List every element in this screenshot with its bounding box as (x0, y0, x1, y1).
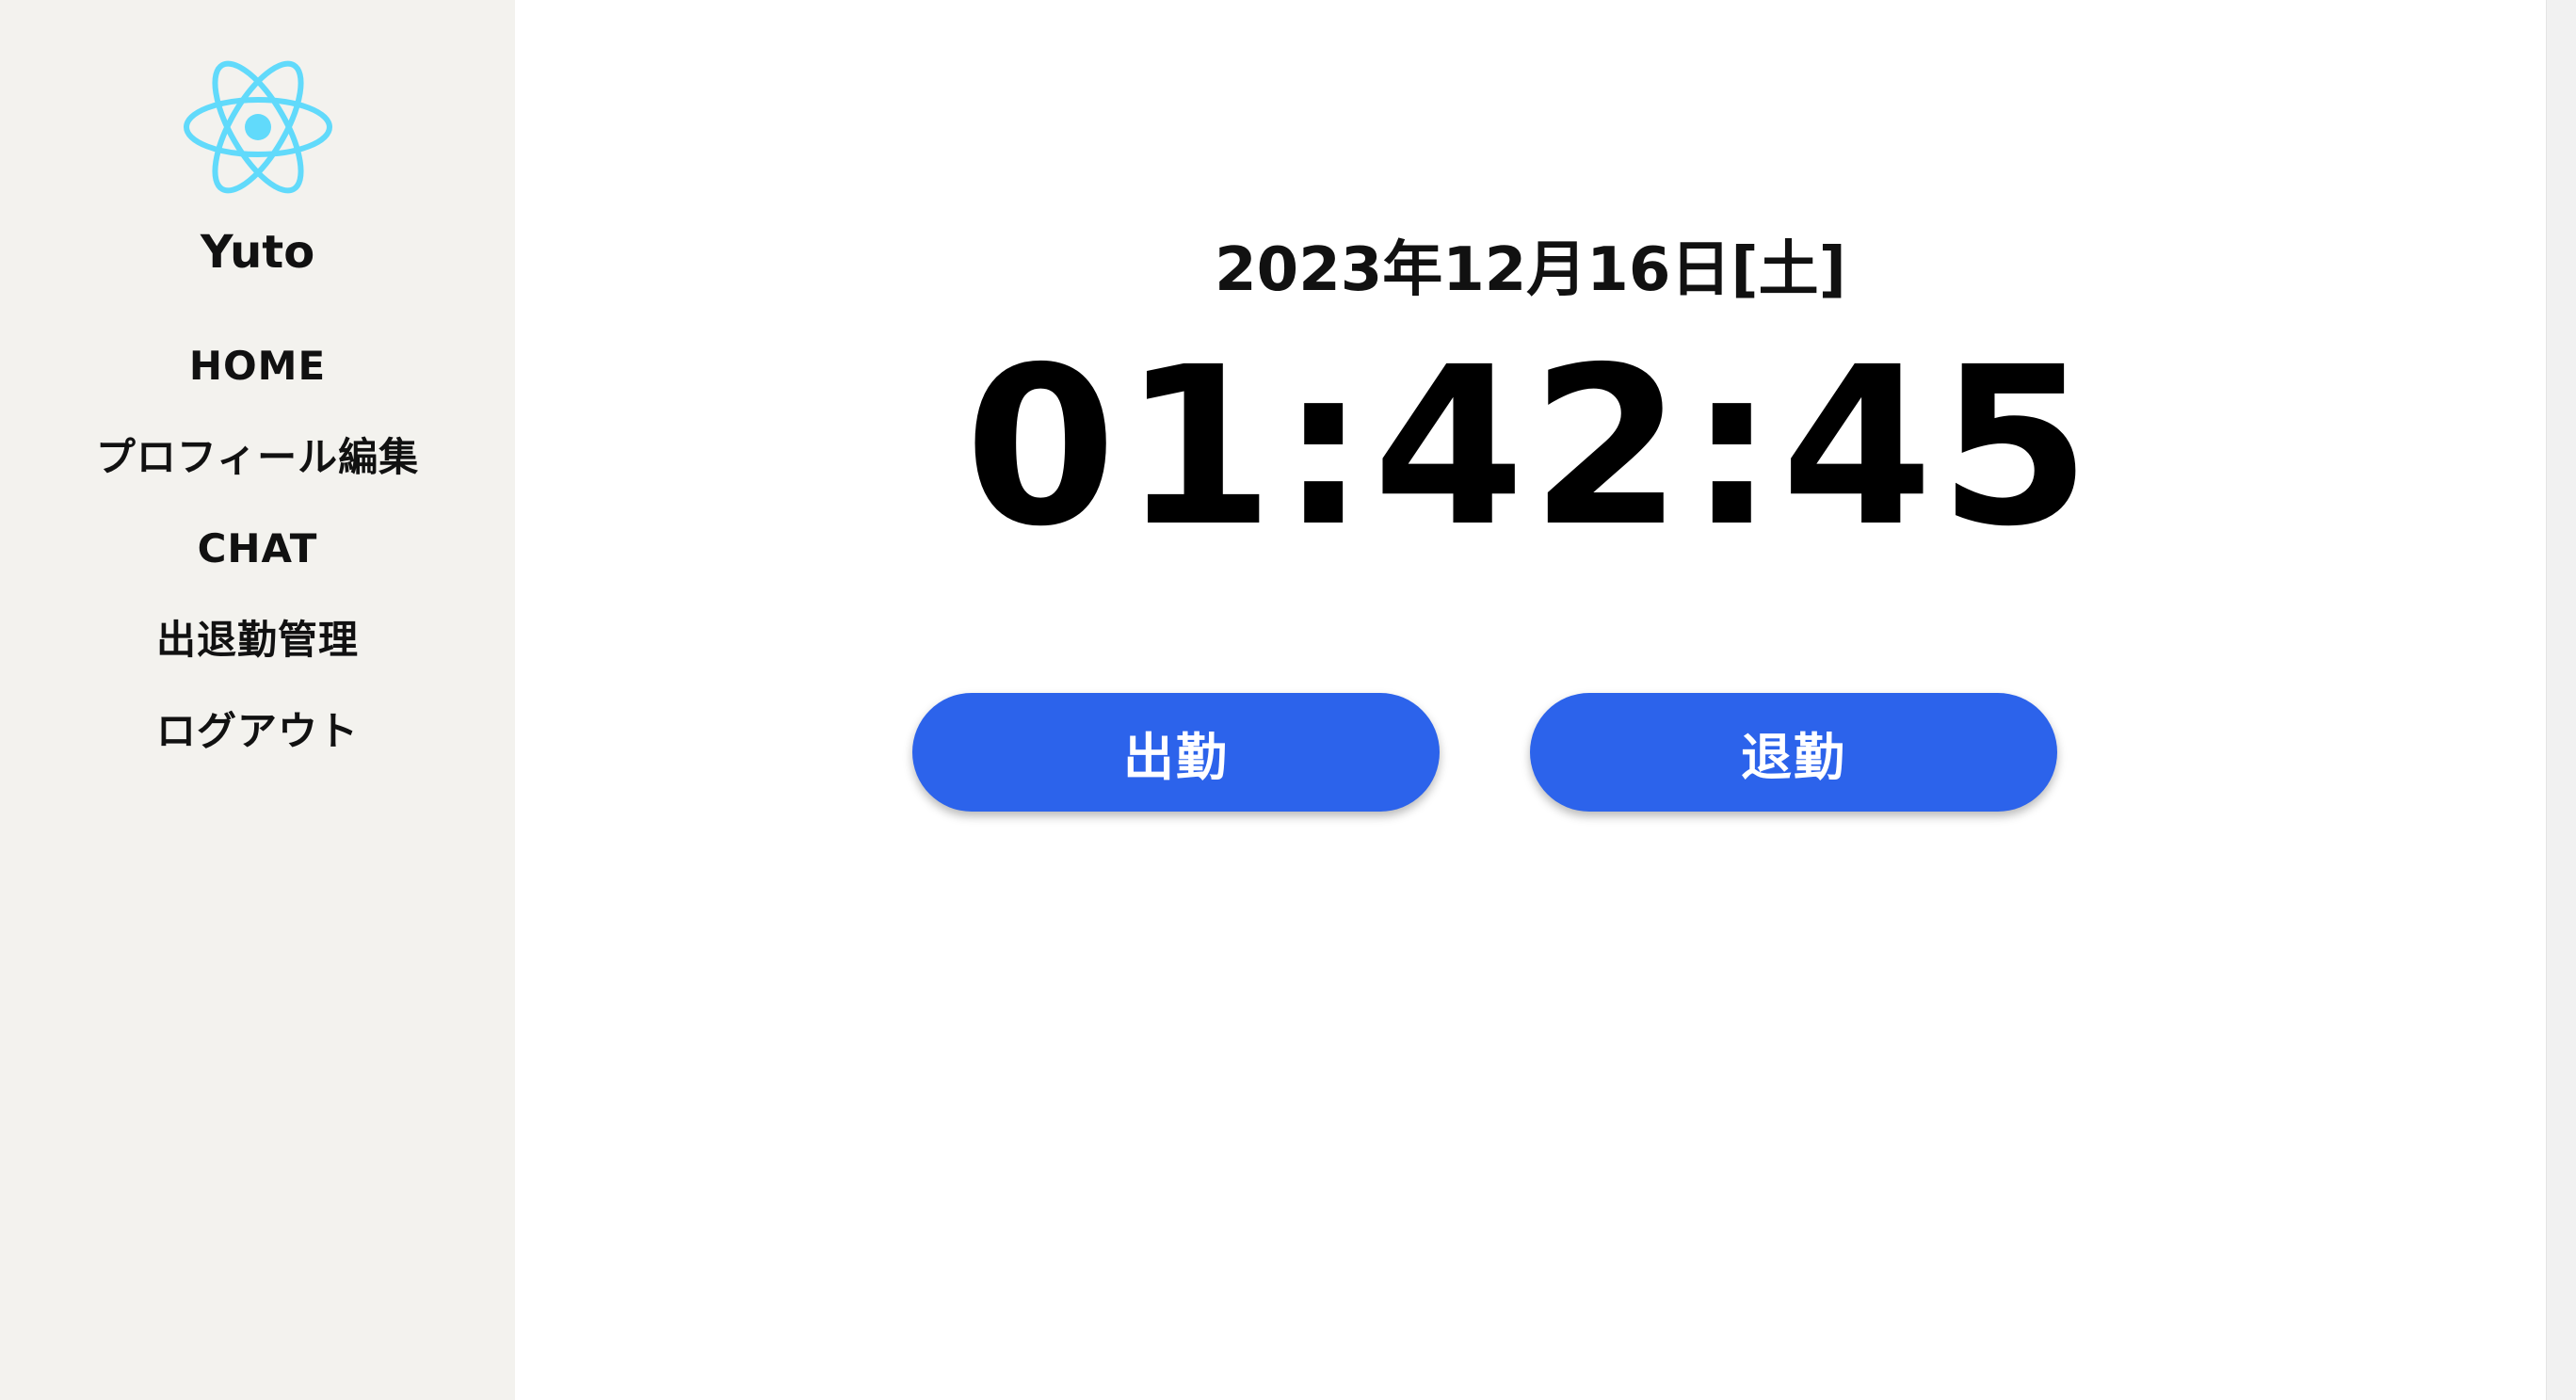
digital-clock: 01:42:45 (964, 320, 2097, 574)
main-content: 2023年12月16日[土] 01:42:45 出勤 退勤 (515, 0, 2546, 1400)
sidebar-item-home[interactable]: HOME (0, 334, 515, 426)
clock-out-button[interactable]: 退勤 (1530, 693, 2057, 812)
clock-in-button[interactable]: 出勤 (912, 693, 1440, 812)
vertical-scrollbar[interactable] (2546, 0, 2576, 1400)
sidebar-item-profile-edit[interactable]: プロフィール編集 (0, 426, 515, 517)
current-date: 2023年12月16日[土] (1215, 235, 1846, 305)
sidebar-item-logout[interactable]: ログアウト (0, 700, 515, 791)
sidebar-item-attendance[interactable]: 出退勤管理 (0, 608, 515, 700)
user-name: Yuto (200, 226, 315, 279)
sidebar: Yuto HOME プロフィール編集 CHAT 出退勤管理 ログアウト (0, 0, 515, 1400)
react-atom-icon (183, 58, 333, 196)
sidebar-item-chat[interactable]: CHAT (0, 517, 515, 608)
app-window: Yuto HOME プロフィール編集 CHAT 出退勤管理 ログアウト 2023… (0, 0, 2576, 1400)
sidebar-nav: HOME プロフィール編集 CHAT 出退勤管理 ログアウト (0, 334, 515, 791)
